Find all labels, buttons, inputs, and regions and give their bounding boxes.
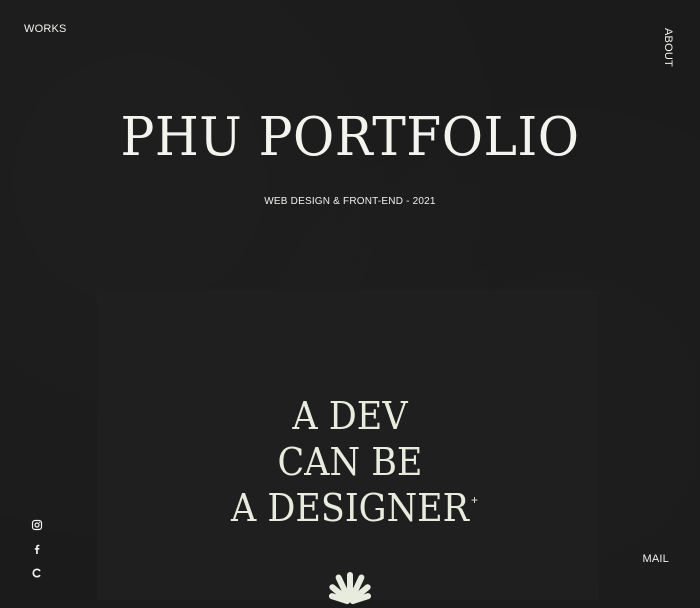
page-title: PHU PORTFOLIO [120,107,580,168]
codepen-icon[interactable] [31,566,43,578]
mail-link[interactable]: MAIL [643,553,669,565]
instagram-icon[interactable] [31,518,43,531]
feature-heading-line: A DEV [292,394,408,438]
feature-mark: + [471,493,479,507]
feature-heading-line: CAN BE [277,440,423,484]
feature-heading: A DEV CAN BE A DESIGNER [28,393,672,531]
sun-illustration [328,572,372,605]
feature-heading-line: A DESIGNER [230,486,470,530]
works-link[interactable]: WORKS [24,23,67,35]
page-subtitle: WEB DESIGN & FRONT-END - 2021 [264,196,436,207]
social-links [31,518,45,590]
about-link[interactable]: ABOUT [662,28,674,67]
facebook-icon[interactable] [31,542,43,554]
